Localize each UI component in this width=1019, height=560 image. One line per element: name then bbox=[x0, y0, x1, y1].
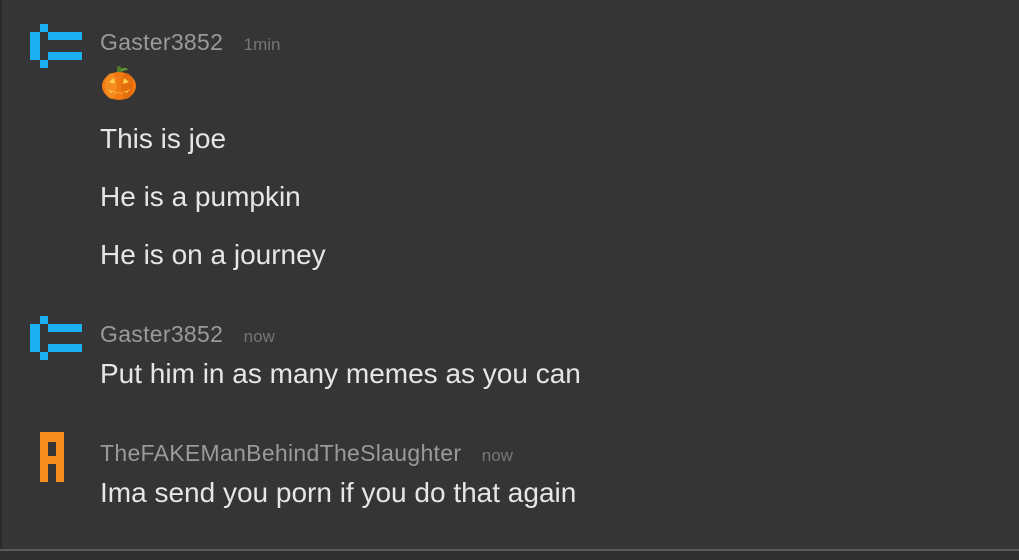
message-header: Gaster3852 now bbox=[100, 321, 275, 348]
message-text: He is a pumpkin bbox=[100, 181, 301, 212]
message-header: TheFAKEManBehindTheSlaughter now bbox=[100, 440, 513, 467]
message-text: This is joe bbox=[100, 123, 227, 154]
orange-pixel-glyph-icon bbox=[40, 432, 64, 482]
blue-pixel-glyph-icon bbox=[30, 316, 82, 360]
message-text: Ima send you porn if you do that again bbox=[100, 477, 577, 508]
timestamp: now bbox=[243, 327, 275, 346]
chat-input-area[interactable] bbox=[0, 551, 1019, 560]
pumpkin-icon bbox=[100, 64, 138, 102]
user-avatar[interactable] bbox=[30, 20, 82, 72]
message-text: Put him in as many memes as you can bbox=[100, 358, 581, 389]
timestamp: 1min bbox=[243, 35, 281, 54]
timestamp: now bbox=[481, 446, 513, 465]
username[interactable]: Gaster3852 bbox=[100, 321, 223, 347]
username[interactable]: TheFAKEManBehindTheSlaughter bbox=[100, 440, 461, 466]
message-group: Gaster3852 1min This is joe He is a pump… bbox=[0, 0, 1019, 290]
username[interactable]: Gaster3852 bbox=[100, 29, 223, 55]
message-text: He is on a journey bbox=[100, 239, 326, 270]
message-header: Gaster3852 1min bbox=[100, 29, 281, 56]
user-avatar[interactable] bbox=[30, 312, 82, 364]
user-avatar[interactable] bbox=[30, 432, 82, 484]
message-group: Gaster3852 now Put him in as many memes … bbox=[0, 300, 1019, 410]
blue-pixel-glyph-icon bbox=[30, 24, 82, 68]
message-group: TheFAKEManBehindTheSlaughter now Ima sen… bbox=[0, 420, 1019, 530]
